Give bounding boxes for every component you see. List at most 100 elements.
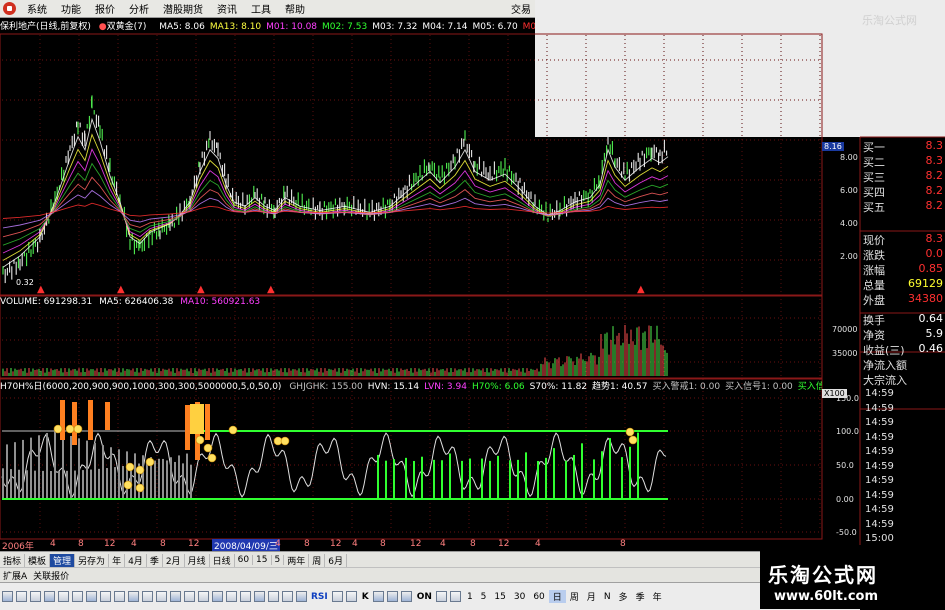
tool-icon[interactable] — [1, 591, 13, 602]
tick-time: 14:59 — [865, 475, 894, 486]
period-button[interactable]: 年 — [649, 590, 666, 603]
tool-icon[interactable] — [239, 591, 251, 602]
indicator-value: S70%: 11.82 — [529, 382, 588, 392]
x-axis-label: 8 — [620, 539, 626, 549]
tool-icon[interactable] — [15, 591, 27, 602]
period-button[interactable]: 15 — [490, 592, 509, 602]
period-button[interactable]: 多 — [615, 590, 632, 603]
period-button[interactable]: N — [600, 592, 615, 602]
indicator-name[interactable]: ●双黄金(7) — [99, 22, 152, 32]
tool-icon[interactable] — [127, 591, 139, 602]
tab-item[interactable]: 月线 — [185, 553, 210, 567]
tool-icon[interactable] — [29, 591, 41, 602]
ma-value: MA13: 8.10 — [209, 22, 262, 32]
tab-item[interactable]: 另存为 — [75, 553, 110, 567]
ma-line — [2, 133, 669, 261]
indicator-formula[interactable]: H70H%日(6000,200,900,900,1000,300,300,500… — [0, 382, 281, 392]
tab-item[interactable]: 日线 — [210, 553, 235, 567]
tab-linked-quote[interactable]: 关联报价 — [30, 569, 72, 582]
signal-emoji — [195, 435, 205, 445]
signal-emoji — [135, 483, 145, 493]
indicator-panel — [1, 400, 668, 500]
period-button[interactable]: 季 — [632, 590, 649, 603]
period-button[interactable]: 日 — [548, 590, 566, 603]
tab-item[interactable]: 指标 — [0, 553, 26, 567]
stat-value: 5.9 — [925, 327, 944, 340]
tool-icon[interactable] — [450, 591, 462, 602]
period-button[interactable]: 5 — [477, 592, 491, 602]
tick-time: 14:59 — [865, 446, 894, 457]
signal-emoji — [65, 424, 75, 434]
stat-label: 大宗流入 — [863, 374, 907, 387]
tool-icon[interactable] — [183, 591, 195, 602]
tool-icon[interactable] — [387, 591, 399, 602]
indicator-value: 买入信号2: 0.00 — [797, 382, 822, 392]
tool-icon[interactable] — [85, 591, 97, 602]
stat-row: 收益(三) 0.46 — [860, 342, 945, 357]
tool-icon[interactable] — [141, 591, 153, 602]
price-axis-tick: 6.00 — [840, 186, 858, 195]
stat-row: 换手 0.64 — [860, 312, 945, 327]
signal-marker: ▲ — [637, 284, 645, 295]
tool-icon[interactable] — [211, 591, 223, 602]
tool-k[interactable]: K — [362, 592, 369, 602]
stat-label: 涨跌 — [863, 249, 885, 262]
period-button[interactable]: 周 — [566, 590, 583, 603]
volume-unit-label: X100 — [822, 389, 847, 398]
volume-info-bar: VOLUME: 691298.31 MA5: 626406.38 MA10: 5… — [0, 297, 260, 307]
tab-item[interactable]: 周 — [309, 553, 326, 567]
x-axis-label: 4 — [275, 539, 281, 549]
period-button[interactable]: 月 — [583, 590, 600, 603]
x-axis-label: 8 — [78, 539, 84, 549]
ma-value: MA5: 8.06 — [159, 22, 205, 32]
tool-icon[interactable] — [253, 591, 265, 602]
tool-icon[interactable] — [267, 591, 279, 602]
period-button[interactable]: 30 — [510, 592, 529, 602]
tab-item[interactable]: 季 — [147, 553, 163, 567]
bid-price: 8.3 — [925, 154, 944, 167]
tab-item[interactable]: 6月 — [325, 553, 347, 567]
x-axis-labels: 2006年 4 8 12 4 8 12 2008/04/09/三 4 8 12 4 8 12 4 8 12 4 8 — [0, 539, 675, 552]
period-button[interactable]: 1 — [463, 592, 477, 602]
tab-item[interactable]: 4月 — [125, 553, 147, 567]
tool-on[interactable]: ON — [417, 592, 432, 602]
tool-icon[interactable] — [99, 591, 111, 602]
tool-icon[interactable] — [71, 591, 83, 602]
tool-icon[interactable] — [225, 591, 237, 602]
tool-rsi[interactable]: RSI — [311, 592, 328, 602]
tool-icon[interactable] — [169, 591, 181, 602]
tool-icon[interactable] — [401, 591, 413, 602]
tab-item[interactable]: 管理 — [50, 553, 76, 567]
tab-item[interactable]: 两年 — [284, 553, 310, 567]
tool-icon[interactable] — [295, 591, 307, 602]
x-axis-label: 12 — [330, 539, 342, 549]
stock-name[interactable]: 保利地产(日线,前复权) — [0, 22, 91, 32]
tool-icon[interactable] — [436, 591, 448, 602]
indicator-info-bar: H70H%日(6000,200,900,900,1000,300,300,500… — [0, 379, 822, 392]
tool-icon[interactable] — [332, 591, 344, 602]
x-axis-label: 4 — [352, 539, 358, 549]
tab-item[interactable]: 年 — [109, 553, 126, 567]
ma-value: M06: 6.34 — [522, 22, 535, 32]
tool-icon[interactable] — [281, 591, 293, 602]
tool-icon[interactable] — [57, 591, 69, 602]
tool-icon[interactable] — [373, 591, 385, 602]
tab-item[interactable]: 2月 — [163, 553, 185, 567]
tab-item[interactable]: 60 — [235, 555, 254, 565]
period-button[interactable]: 60 — [529, 592, 548, 602]
tool-icon[interactable] — [346, 591, 358, 602]
tab-item[interactable]: 15 — [253, 555, 272, 565]
indicator-value: 买入警戒1: 0.00 — [652, 382, 721, 392]
indicator-bar — [205, 404, 210, 440]
tab-extend-a[interactable]: 扩展A — [0, 569, 30, 582]
tab-item[interactable]: 5 — [272, 555, 285, 565]
tool-icon[interactable] — [113, 591, 125, 602]
tool-icon[interactable] — [197, 591, 209, 602]
tool-icon[interactable] — [155, 591, 167, 602]
stat-label: 总量 — [863, 279, 885, 292]
x-axis-label: 8 — [304, 539, 310, 549]
signal-emoji — [145, 457, 155, 467]
stat-row: 净流入额 — [860, 357, 945, 372]
tool-icon[interactable] — [43, 591, 55, 602]
tab-item[interactable]: 模板 — [25, 553, 51, 567]
